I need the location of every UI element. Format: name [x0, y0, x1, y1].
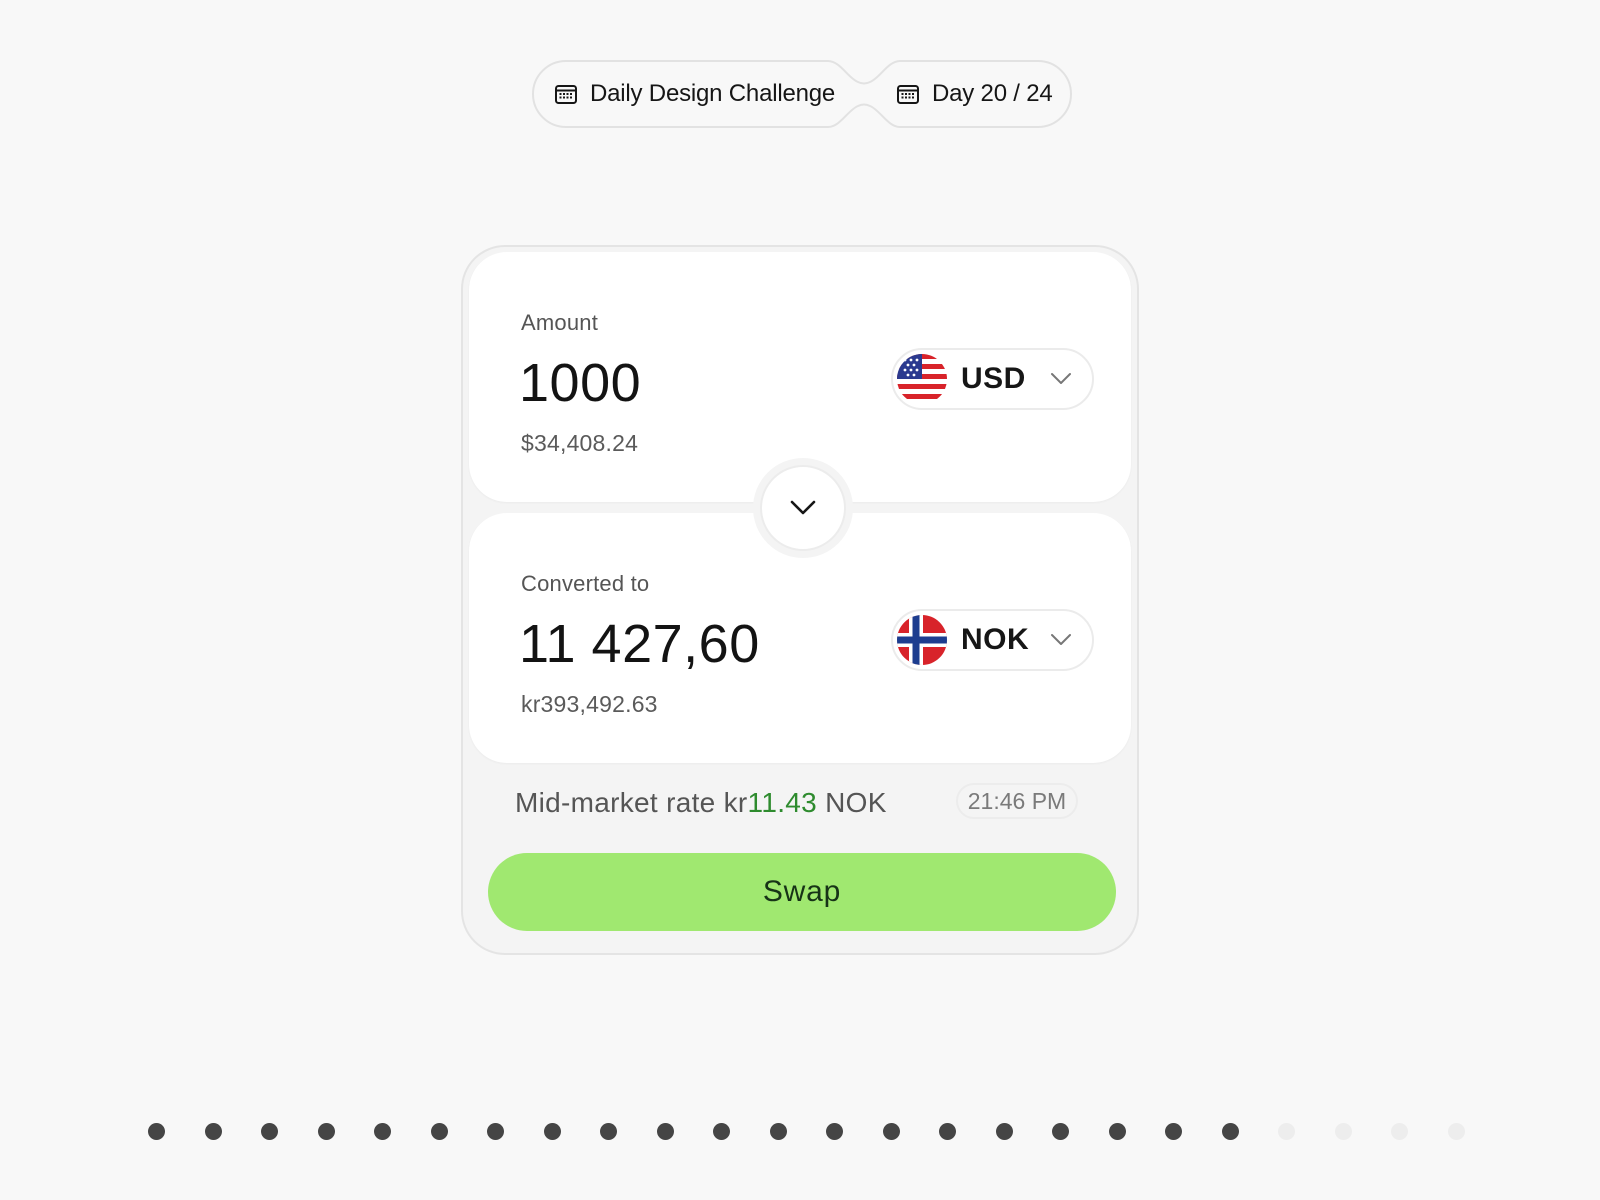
progress-dot [374, 1123, 391, 1140]
from-currency-code: USD [961, 362, 1026, 395]
swap-direction-button[interactable] [753, 458, 853, 558]
progress-dot [1278, 1123, 1295, 1140]
progress-dot [1334, 1123, 1352, 1140]
chevron-down-icon [1051, 634, 1071, 645]
rate-prefix: Mid-market rate kr [515, 787, 748, 818]
progress-dot [939, 1123, 956, 1140]
progress-dots [148, 1123, 1465, 1141]
to-currency-code: NOK [961, 623, 1030, 656]
day-label: Day 20 / 24 [932, 80, 1053, 107]
rate-value: 11.43 [747, 787, 818, 818]
rate-time-badge: 21:46 PM [956, 783, 1078, 819]
converter-card: Amount 1000 $34,408.24 USD Converted to … [461, 245, 1139, 955]
progress-dot [543, 1123, 561, 1140]
challenge-pill: Daily Design Challenge [554, 60, 835, 128]
to-currency-select[interactable]: NOK [891, 609, 1094, 671]
calendar-icon [554, 82, 578, 106]
amount-input[interactable]: 1000 [519, 352, 641, 414]
norway-flag-icon [897, 615, 947, 665]
progress-dot [1391, 1123, 1408, 1140]
progress-dot [1447, 1123, 1465, 1140]
progress-dot [1108, 1123, 1126, 1140]
progress-dot [656, 1123, 674, 1140]
progress-dot [204, 1123, 222, 1140]
day-pill: Day 20 / 24 [896, 60, 1053, 128]
progress-dot [882, 1123, 900, 1140]
amount-label: Amount [521, 310, 599, 335]
progress-dot [487, 1123, 504, 1140]
challenge-label: Daily Design Challenge [590, 80, 836, 107]
progress-dot [1221, 1123, 1239, 1140]
progress-dot [995, 1123, 1013, 1140]
progress-dot [1165, 1123, 1182, 1140]
progress-dot [769, 1123, 787, 1140]
converted-label: Converted to [521, 571, 650, 596]
progress-dot [600, 1123, 617, 1140]
progress-dot [261, 1123, 278, 1140]
mid-market-rate: Mid-market rate kr11.43 NOK [515, 787, 887, 819]
progress-dot [430, 1123, 448, 1140]
progress-dot [826, 1123, 843, 1140]
chevron-down-icon [1051, 373, 1071, 384]
converted-amount: 11 427,60 [519, 614, 760, 674]
challenge-header: Daily Design Challenge Day 20 / 24 [532, 60, 1072, 128]
us-flag-icon [897, 354, 947, 404]
progress-dot [1052, 1123, 1069, 1140]
chevron-down-icon [790, 500, 816, 515]
swap-direction-inner [760, 465, 846, 551]
rate-suffix: NOK [817, 787, 887, 818]
swap-button[interactable]: Swap [488, 853, 1116, 931]
progress-dot [148, 1123, 165, 1140]
amount-secondary-value: $34,408.24 [521, 430, 639, 456]
from-currency-select[interactable]: USD [891, 348, 1094, 410]
progress-dot [317, 1123, 335, 1140]
converted-secondary-value: kr393,492.63 [521, 691, 658, 717]
calendar-icon [896, 82, 920, 106]
progress-dot [713, 1123, 730, 1140]
